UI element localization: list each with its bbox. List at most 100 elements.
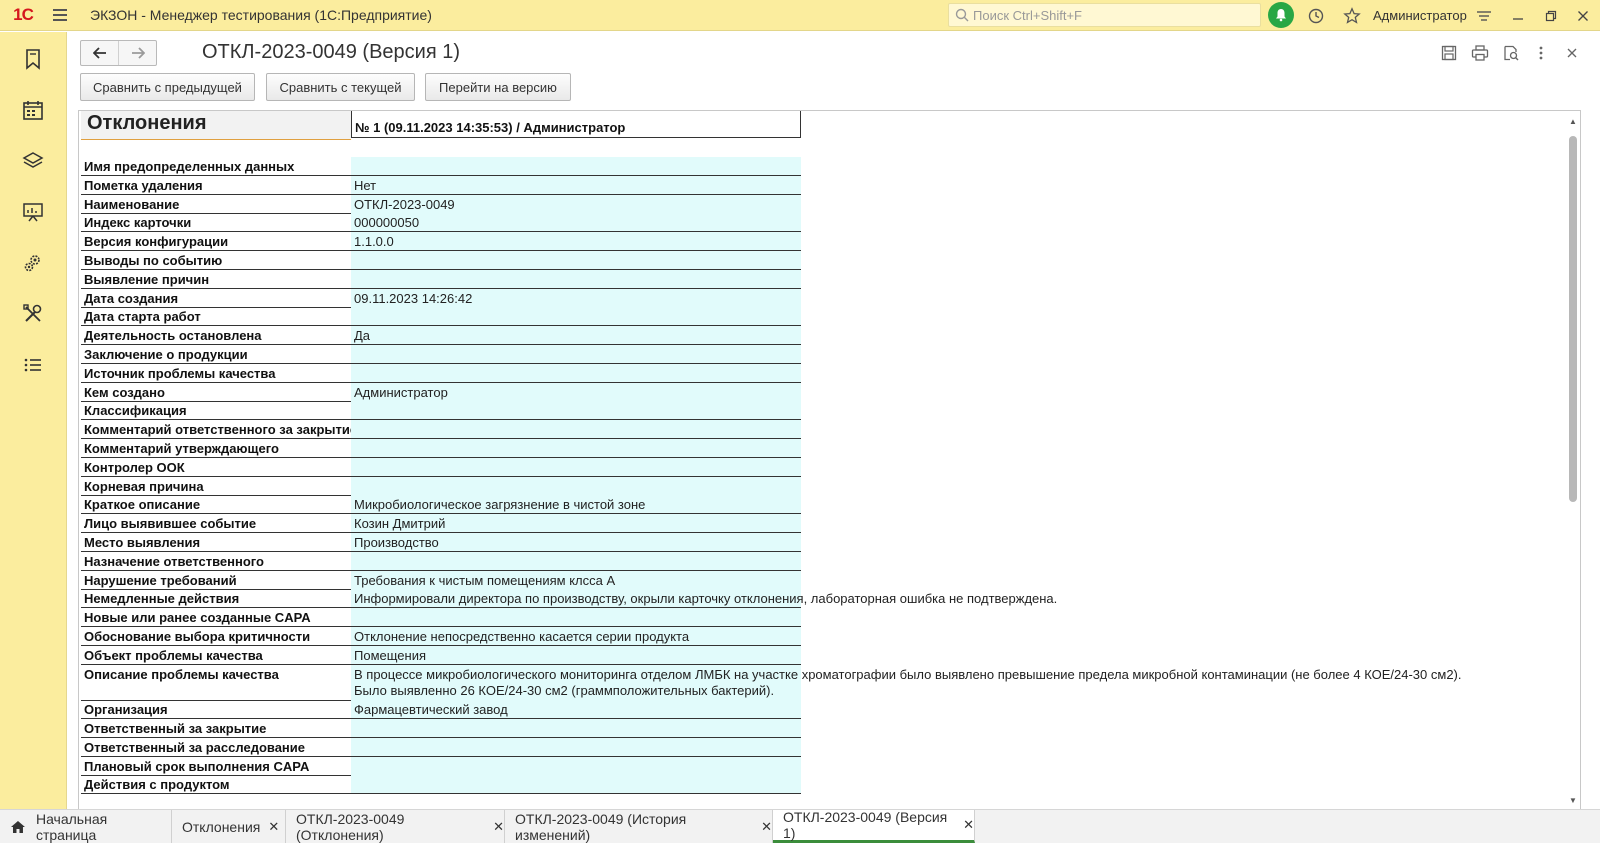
field-value[interactable]: Отклонение непосредственно касается сери… bbox=[351, 627, 801, 646]
field-label: Деятельность остановлена bbox=[84, 328, 262, 344]
spreadsheet-report[interactable]: Отклонения № 1 (09.11.2023 14:35:53) / А… bbox=[78, 110, 1581, 813]
field-value[interactable]: Информировали директора по производству,… bbox=[351, 589, 1057, 609]
field-value[interactable] bbox=[351, 363, 801, 383]
field-value[interactable] bbox=[351, 457, 801, 477]
field-label: Ответственный за расследование bbox=[84, 739, 306, 755]
tab-deviation-card[interactable]: ОТКЛ-2023-0049 (Отклонения) ✕ bbox=[286, 810, 505, 843]
close-form-icon[interactable] bbox=[1561, 42, 1583, 64]
global-search-input[interactable]: Поиск Ctrl+Shift+F bbox=[948, 3, 1261, 27]
field-value[interactable]: 09.11.2023 14:26:42 bbox=[351, 288, 801, 308]
scroll-down-icon[interactable]: ▼ bbox=[1568, 796, 1578, 806]
bookmarks-icon[interactable] bbox=[20, 46, 46, 72]
field-value[interactable] bbox=[351, 737, 801, 757]
scroll-thumb[interactable] bbox=[1569, 136, 1577, 502]
field-value[interactable]: 1.1.0.0 bbox=[351, 232, 801, 252]
field-label: Контролер ООК bbox=[84, 459, 185, 475]
tab-change-history[interactable]: ОТКЛ-2023-0049 (История изменений) ✕ bbox=[505, 810, 773, 843]
field-label: Индекс карточки bbox=[84, 215, 192, 231]
current-user[interactable]: Администратор bbox=[1373, 8, 1467, 23]
close-window-icon[interactable] bbox=[1569, 3, 1597, 28]
row-divider bbox=[81, 793, 801, 795]
goto-version-button[interactable]: Перейти на версию bbox=[425, 73, 571, 101]
field-label: Версия конфигурации bbox=[84, 234, 229, 250]
field-label: Немедленные действия bbox=[84, 591, 240, 607]
save-file-icon[interactable] bbox=[1438, 42, 1460, 64]
compare-current-button[interactable]: Сравнить с текущей bbox=[266, 73, 415, 101]
field-value[interactable] bbox=[351, 476, 801, 496]
search-icon bbox=[955, 8, 969, 22]
field-value[interactable] bbox=[351, 756, 801, 776]
field-label: Краткое описание bbox=[84, 497, 201, 513]
gears-icon[interactable] bbox=[20, 250, 46, 276]
app-title: ЭКЗОН - Менеджер тестирования (1С:Предпр… bbox=[90, 7, 432, 23]
vertical-scrollbar[interactable]: ▲ ▼ bbox=[1566, 111, 1580, 812]
field-value[interactable] bbox=[351, 157, 801, 176]
form-title: ОТКЛ-2023-0049 (Версия 1) bbox=[202, 41, 460, 63]
field-value[interactable] bbox=[351, 551, 801, 571]
field-label: Ответственный за закрытие bbox=[84, 720, 267, 736]
field-label: Дата создания bbox=[84, 290, 179, 306]
field-value[interactable] bbox=[351, 307, 801, 327]
field-label: Комментарий ответственного за закрытие bbox=[84, 422, 351, 438]
restore-icon[interactable] bbox=[1537, 3, 1565, 28]
field-value[interactable] bbox=[351, 420, 801, 440]
field-value[interactable] bbox=[351, 251, 801, 270]
calendar-icon[interactable] bbox=[20, 97, 46, 123]
field-value[interactable]: Да bbox=[351, 326, 801, 346]
field-value[interactable]: Козин Дмитрий bbox=[351, 514, 801, 534]
close-tab-icon[interactable]: ✕ bbox=[268, 819, 279, 835]
tab-label: Отклонения bbox=[182, 818, 261, 835]
back-arrow-icon[interactable] bbox=[81, 41, 118, 65]
field-value[interactable] bbox=[351, 775, 801, 795]
forward-arrow-icon[interactable] bbox=[118, 41, 156, 65]
main-menu-button[interactable] bbox=[46, 0, 74, 31]
tools-icon[interactable] bbox=[20, 301, 46, 327]
more-actions-icon[interactable] bbox=[1530, 42, 1552, 64]
history-icon[interactable] bbox=[1304, 4, 1328, 28]
list-icon[interactable] bbox=[20, 352, 46, 378]
presentation-icon[interactable] bbox=[20, 199, 46, 225]
field-value[interactable]: ОТКЛ-2023-0049 bbox=[351, 194, 801, 214]
field-value[interactable] bbox=[351, 718, 801, 738]
field-label: Выводы по событию bbox=[84, 253, 223, 268]
close-tab-icon[interactable]: ✕ bbox=[963, 817, 974, 833]
field-label: Объект проблемы качества bbox=[84, 647, 263, 663]
field-label: Заключение о продукции bbox=[84, 347, 248, 362]
field-label: Плановый срок выполнения CAPA bbox=[84, 758, 310, 774]
field-value[interactable] bbox=[351, 269, 801, 289]
field-value[interactable]: Администратор bbox=[351, 382, 801, 402]
minimize-icon[interactable] bbox=[1504, 3, 1532, 28]
field-label: Наименование bbox=[84, 196, 180, 212]
app-logo[interactable]: 1С bbox=[0, 0, 46, 31]
layers-icon[interactable] bbox=[20, 148, 46, 174]
field-value[interactable]: Помещения bbox=[351, 645, 801, 665]
tab-home[interactable]: Начальная страница bbox=[0, 810, 172, 843]
tab-version-1[interactable]: ОТКЛ-2023-0049 (Версия 1) ✕ bbox=[773, 809, 975, 843]
field-label: Лицо выявившее событие bbox=[84, 516, 257, 532]
close-tab-icon[interactable]: ✕ bbox=[493, 819, 504, 835]
field-value[interactable] bbox=[351, 401, 801, 421]
field-value[interactable] bbox=[351, 439, 801, 458]
close-tab-icon[interactable]: ✕ bbox=[761, 819, 772, 835]
open-windows-bar: Начальная страница Отклонения ✕ ОТКЛ-2023… bbox=[0, 809, 1600, 843]
field-label: Пометка удаления bbox=[84, 177, 203, 193]
print-preview-icon[interactable] bbox=[1500, 42, 1522, 64]
user-menu-icon[interactable] bbox=[1470, 3, 1498, 28]
scroll-up-icon[interactable]: ▲ bbox=[1568, 117, 1578, 127]
tab-deviations[interactable]: Отклонения ✕ bbox=[172, 810, 286, 843]
field-value[interactable]: В процессе микробиологического мониторин… bbox=[351, 664, 1521, 701]
field-value[interactable]: Нет bbox=[351, 175, 801, 195]
favorites-star-icon[interactable] bbox=[1340, 4, 1364, 28]
field-value[interactable]: Производство bbox=[351, 533, 801, 552]
field-value[interactable] bbox=[351, 345, 801, 364]
field-label: Выявление причин bbox=[84, 271, 210, 287]
field-value[interactable]: Требования к чистым помещениям клсса А bbox=[351, 570, 801, 590]
field-label: Классификация bbox=[84, 403, 187, 419]
field-value[interactable] bbox=[351, 608, 801, 628]
field-value[interactable]: 000000050 bbox=[351, 213, 801, 233]
field-value[interactable]: Микробиологическое загрязнение в чистой … bbox=[351, 495, 801, 515]
print-icon[interactable] bbox=[1469, 42, 1491, 64]
compare-previous-button[interactable]: Сравнить с предыдущей bbox=[80, 73, 255, 101]
notifications-bell-icon[interactable] bbox=[1268, 2, 1294, 28]
field-value[interactable]: Фармацевтический завод bbox=[351, 700, 801, 720]
